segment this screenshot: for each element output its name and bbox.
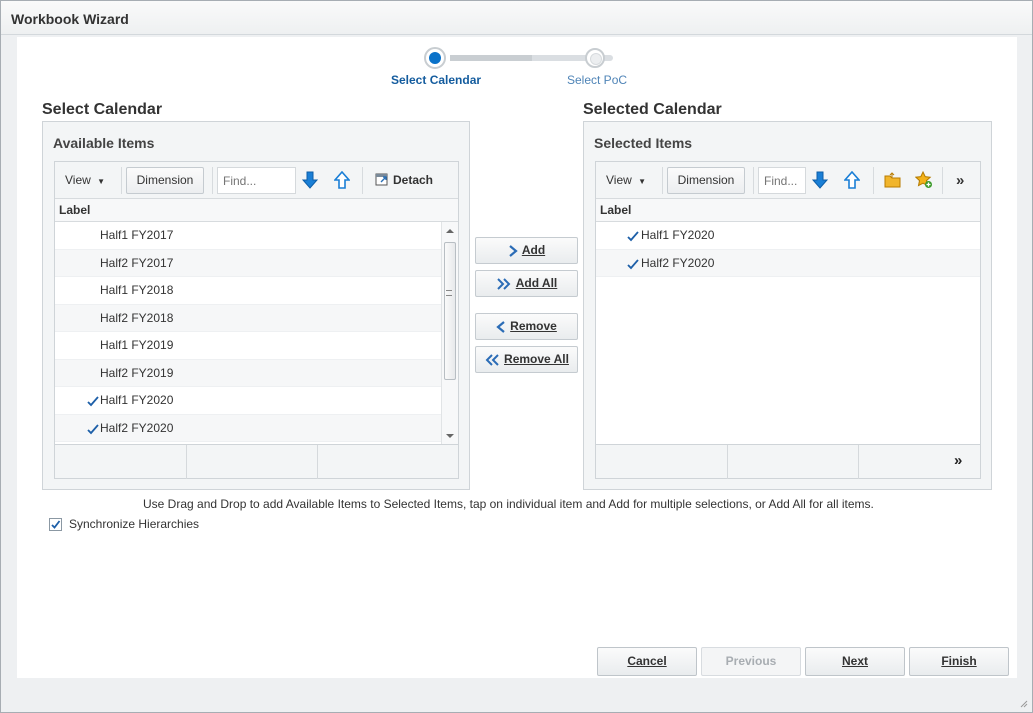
list-item[interactable]: Half2 FY2017 — [55, 249, 441, 277]
selected-items-panel: Selected Items View ▼ Dimension Find... … — [583, 121, 992, 490]
selected-toolbar: View ▼ Dimension Find... » — [596, 162, 980, 199]
workbook-wizard-window: Workbook Wizard Select Calendar Select P… — [0, 0, 1033, 713]
list-item-label: Half2 FY2019 — [100, 365, 174, 380]
selected-footer-bar: » — [596, 444, 980, 479]
resize-grip-icon[interactable] — [1018, 698, 1028, 708]
move-up-icon[interactable] — [334, 171, 350, 189]
scrollbar-thumb[interactable] — [444, 242, 456, 380]
scroll-up-icon — [446, 229, 454, 233]
list-item[interactable]: Half2 FY2019 — [55, 359, 441, 387]
checkmark-icon — [87, 396, 99, 407]
available-footer-bar — [55, 444, 458, 479]
chevron-right-icon — [509, 244, 518, 257]
find-input[interactable] — [217, 167, 296, 194]
view-menu[interactable]: View ▼ — [606, 167, 646, 194]
selected-items-title: Selected Items — [594, 135, 693, 151]
add-all-button[interactable]: Add All — [475, 270, 578, 297]
available-items-panel: Available Items View ▼ Dimension Find...… — [42, 121, 470, 490]
add-favorite-star-icon[interactable] — [915, 171, 933, 189]
label-column-header[interactable]: Label — [596, 199, 980, 222]
remove-button[interactable]: Remove — [475, 313, 578, 340]
move-up-icon[interactable] — [844, 171, 860, 189]
list-item-label: Half1 FY2017 — [100, 228, 174, 242]
synchronize-label: Synchronize Hierarchies — [69, 517, 200, 531]
toolbar-overflow-button[interactable]: » — [956, 167, 964, 194]
next-button[interactable]: Next — [805, 647, 905, 676]
selected-items-list: View ▼ Dimension Find... » Label Half1 F… — [595, 161, 981, 479]
chevron-left-icon — [496, 320, 505, 333]
available-items-title: Available Items — [53, 135, 155, 151]
detach-button[interactable]: Detach — [375, 167, 433, 194]
available-toolbar: View ▼ Dimension Find... Detach — [55, 162, 458, 199]
double-chevron-right-icon — [497, 278, 511, 290]
list-item[interactable]: Half1 FY2017 — [55, 222, 441, 250]
dimension-button[interactable]: Dimension — [667, 167, 745, 194]
list-item[interactable]: Half1 FY2019 — [55, 332, 441, 360]
move-down-icon[interactable] — [812, 171, 828, 189]
train-stop-select-calendar[interactable] — [424, 47, 446, 69]
list-item-label: Half1 FY2019 — [100, 338, 174, 352]
list-item-label: Half2 FY2020 — [100, 420, 174, 435]
finish-button[interactable]: Finish — [909, 647, 1009, 676]
train-stop-select-poc[interactable] — [585, 48, 605, 68]
selected-rows: Half1 FY2020 Half2 FY2020 — [596, 222, 980, 277]
list-item-label: Half1 FY2020 — [100, 393, 174, 407]
remove-all-button[interactable]: Remove All — [475, 346, 578, 373]
dimension-button[interactable]: Dimension — [126, 167, 204, 194]
list-item-label: Half2 FY2017 — [100, 255, 174, 270]
wizard-content: Select Calendar Select PoC Select Calend… — [17, 37, 1017, 678]
checkmark-icon — [87, 423, 99, 434]
scroll-down-icon — [446, 434, 454, 438]
synchronize-checkbox[interactable] — [49, 518, 62, 531]
available-rows: Half1 FY2017 Half2 FY2017 Half1 FY2018 Half… — [55, 222, 441, 442]
view-menu[interactable]: View ▼ — [65, 167, 105, 194]
add-button[interactable]: Add — [475, 237, 578, 264]
available-items-list: View ▼ Dimension Find... Detach Label Ha… — [54, 161, 459, 479]
list-item-label: Half1 FY2020 — [641, 228, 715, 242]
train-label-select-calendar[interactable]: Select Calendar — [391, 73, 481, 87]
list-item-label: Half2 FY2018 — [100, 310, 174, 325]
previous-button[interactable]: Previous — [701, 647, 801, 676]
right-section-title: Selected Calendar — [583, 101, 722, 118]
vertical-scrollbar[interactable] — [441, 222, 458, 444]
list-item-label: Half2 FY2020 — [641, 255, 715, 270]
list-item-label: Half1 FY2018 — [100, 283, 174, 297]
list-item[interactable]: Half2 FY2020 — [55, 414, 441, 442]
list-item[interactable]: Half2 FY2018 — [55, 304, 441, 332]
list-item[interactable]: Half1 FY2018 — [55, 277, 441, 305]
cancel-button[interactable]: Cancel — [597, 647, 697, 676]
folder-icon[interactable] — [884, 172, 902, 188]
checkmark-icon — [51, 520, 61, 529]
left-section-title: Select Calendar — [42, 101, 163, 118]
list-item[interactable]: Half1 FY2020 — [55, 387, 441, 415]
list-item[interactable]: Half2 FY2020 — [596, 249, 980, 277]
footer-overflow-button[interactable]: » — [954, 452, 962, 469]
chevron-down-icon: ▼ — [97, 177, 106, 186]
label-column-header[interactable]: Label — [55, 199, 458, 222]
window-title: Workbook Wizard — [11, 11, 129, 27]
status-bar — [1, 681, 1032, 712]
title-bar: Workbook Wizard — [1, 1, 1032, 35]
help-text: Use Drag and Drop to add Available Items… — [143, 497, 874, 511]
find-input[interactable] — [758, 167, 806, 194]
double-chevron-left-icon — [485, 354, 499, 366]
detach-icon — [375, 173, 388, 186]
list-item[interactable]: Half1 FY2020 — [596, 222, 980, 250]
train-label-select-poc[interactable]: Select PoC — [567, 73, 627, 87]
checkmark-icon — [627, 231, 639, 242]
chevron-down-icon: ▼ — [638, 177, 647, 186]
move-down-icon[interactable] — [302, 171, 318, 189]
checkmark-icon — [627, 258, 639, 269]
